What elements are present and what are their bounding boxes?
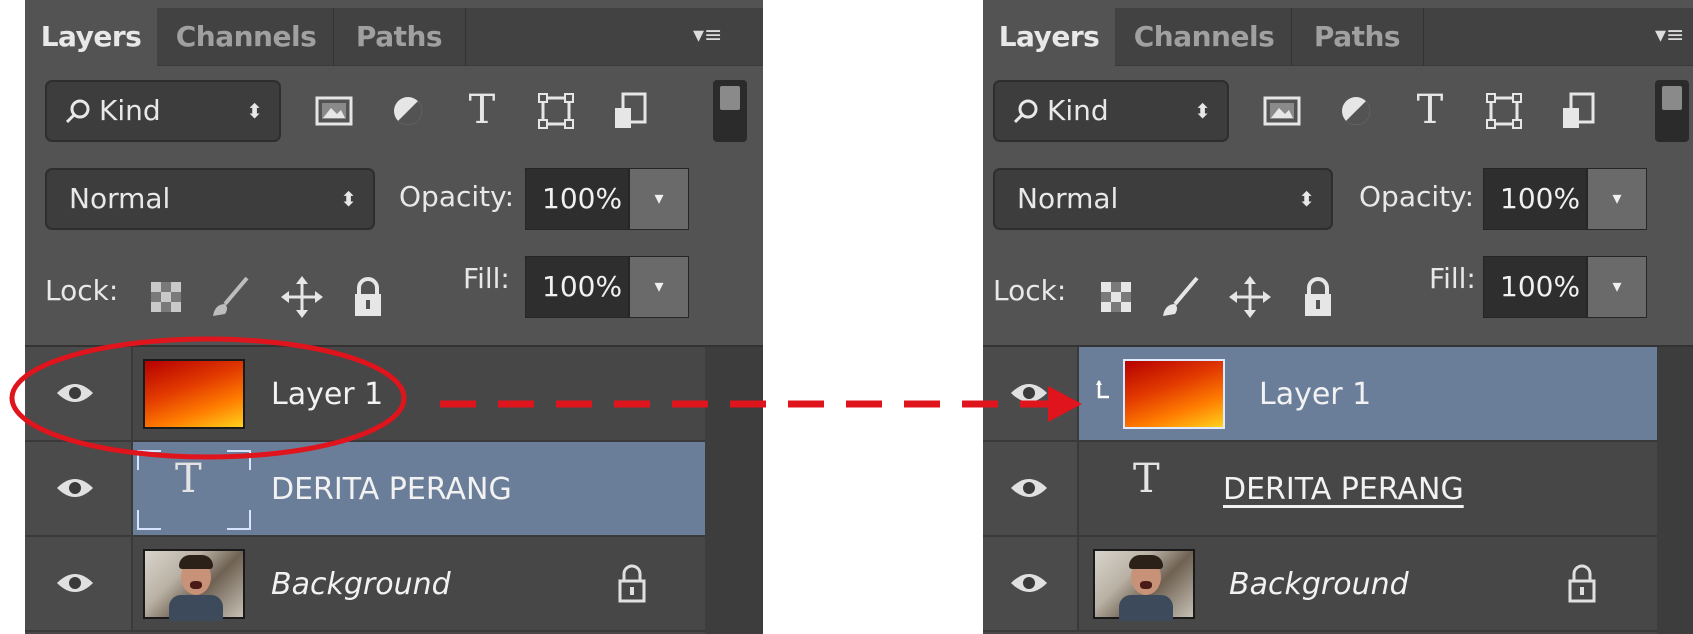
layer-name[interactable]: DERITA PERANG (271, 472, 512, 507)
lock-transparent-icon[interactable] (143, 274, 189, 320)
layers-panel-before: Layers Channels Paths ▾≡ Kind ⬍ T Normal… (25, 0, 763, 634)
clip-arrow-icon (1096, 380, 1109, 399)
padlock-icon (1568, 564, 1596, 603)
tab-paths[interactable]: Paths (1295, 8, 1419, 66)
opacity-dropdown-button[interactable]: ▾ (629, 168, 689, 230)
shape-filter-icon[interactable] (533, 88, 579, 134)
panel-menu-icon[interactable]: ▾≡ (1655, 22, 1685, 50)
smart-object-filter-icon[interactable] (607, 88, 653, 134)
blend-mode-select[interactable]: Normal ⬍ (45, 168, 375, 230)
layer-row-derita-perang[interactable]: T DERITA PERANG (25, 442, 705, 537)
type-layer-icon: T (1133, 456, 1160, 502)
panel-tab-bar: Layers Channels Paths ▾≡ (25, 8, 763, 66)
search-icon (1013, 99, 1038, 124)
layer-row-background[interactable]: Background (983, 537, 1657, 632)
updown-icon: ⬍ (246, 99, 263, 123)
lock-move-icon[interactable] (1227, 274, 1273, 320)
layer-name[interactable]: Layer 1 (271, 377, 383, 412)
layers-panel-after: Layers Channels Paths ▾≡ Kind ⬍ T Normal… (983, 0, 1693, 634)
eye-icon[interactable] (1009, 379, 1049, 407)
fill-input[interactable]: 100% (525, 256, 629, 318)
lock-paint-icon[interactable] (1157, 274, 1203, 320)
eye-icon[interactable] (1009, 569, 1049, 597)
layer-row-background[interactable]: Background (25, 537, 705, 632)
layer-name[interactable]: DERITA PERANG (1223, 472, 1464, 507)
layer-thumbnail (143, 359, 245, 429)
filter-kind-label: Kind (1047, 94, 1109, 127)
type-filter-icon[interactable]: T (1407, 88, 1453, 134)
eye-icon[interactable] (55, 569, 95, 597)
filter-kind-label: Kind (99, 94, 161, 127)
eye-icon[interactable] (1009, 474, 1049, 502)
lock-label: Lock: (993, 274, 1067, 307)
layer-name[interactable]: Background (271, 567, 451, 602)
layer-row-layer-1[interactable]: Layer 1 (983, 347, 1657, 442)
filter-toggle[interactable] (713, 80, 747, 142)
layer-thumbnail (1123, 359, 1225, 429)
opacity-input[interactable]: 100% (525, 168, 629, 230)
filter-toggle[interactable] (1655, 80, 1689, 142)
opacity-dropdown-button[interactable]: ▾ (1587, 168, 1647, 230)
fill-dropdown-button[interactable]: ▾ (629, 256, 689, 318)
tab-layers[interactable]: Layers (983, 8, 1115, 66)
opacity-label: Opacity: (399, 180, 515, 213)
layers-list: Layer 1 T DERITA PERANG Background (983, 345, 1693, 634)
eye-icon[interactable] (55, 379, 95, 407)
updown-icon: ⬍ (1298, 187, 1315, 211)
opacity-input[interactable]: 100% (1483, 168, 1587, 230)
shape-filter-icon[interactable] (1481, 88, 1527, 134)
adjustment-filter-icon[interactable] (1333, 88, 1379, 134)
lock-transparent-icon[interactable] (1093, 274, 1139, 320)
panel-menu-icon[interactable]: ▾≡ (693, 22, 723, 50)
blend-mode-value: Normal (69, 182, 171, 215)
blend-mode-value: Normal (1017, 182, 1119, 215)
fill-label: Fill: (1429, 262, 1476, 295)
opacity-label: Opacity: (1359, 180, 1475, 213)
layer-row-layer-1[interactable]: Layer 1 (25, 347, 705, 442)
tab-channels[interactable]: Channels (165, 8, 327, 66)
layer-thumbnail (143, 549, 245, 621)
updown-icon: ⬍ (1194, 99, 1211, 123)
lock-label: Lock: (45, 274, 119, 307)
lock-all-icon[interactable] (345, 274, 391, 320)
layer-name[interactable]: Layer 1 (1259, 377, 1371, 412)
blend-mode-select[interactable]: Normal ⬍ (993, 168, 1333, 230)
fill-input[interactable]: 100% (1483, 256, 1587, 318)
updown-icon: ⬍ (340, 187, 357, 211)
eye-icon[interactable] (55, 474, 95, 502)
fill-label: Fill: (463, 262, 510, 295)
search-icon (65, 99, 90, 124)
layer-name[interactable]: Background (1229, 567, 1409, 602)
layers-scrollbar[interactable] (1657, 347, 1693, 634)
tab-channels[interactable]: Channels (1123, 8, 1285, 66)
layers-scrollbar[interactable] (705, 347, 763, 634)
adjustment-filter-icon[interactable] (385, 88, 431, 134)
layers-list: Layer 1 T DERITA PERANG Background (25, 345, 763, 634)
tab-paths[interactable]: Paths (337, 8, 461, 66)
lock-paint-icon[interactable] (207, 274, 253, 320)
filter-kind-select[interactable]: Kind ⬍ (45, 80, 281, 142)
lock-all-icon[interactable] (1295, 274, 1341, 320)
panel-tab-bar: Layers Channels Paths ▾≡ (983, 8, 1693, 66)
padlock-icon (618, 564, 646, 603)
layer-row-derita-perang[interactable]: T DERITA PERANG (983, 442, 1657, 537)
tab-layers[interactable]: Layers (25, 8, 157, 66)
type-filter-icon[interactable]: T (459, 88, 505, 134)
smart-object-filter-icon[interactable] (1555, 88, 1601, 134)
filter-kind-select[interactable]: Kind ⬍ (993, 80, 1229, 142)
image-filter-icon[interactable] (1259, 88, 1305, 134)
fill-dropdown-button[interactable]: ▾ (1587, 256, 1647, 318)
image-filter-icon[interactable] (311, 88, 357, 134)
layer-thumbnail (1093, 549, 1195, 621)
type-layer-icon: T (175, 456, 202, 502)
lock-move-icon[interactable] (279, 274, 325, 320)
